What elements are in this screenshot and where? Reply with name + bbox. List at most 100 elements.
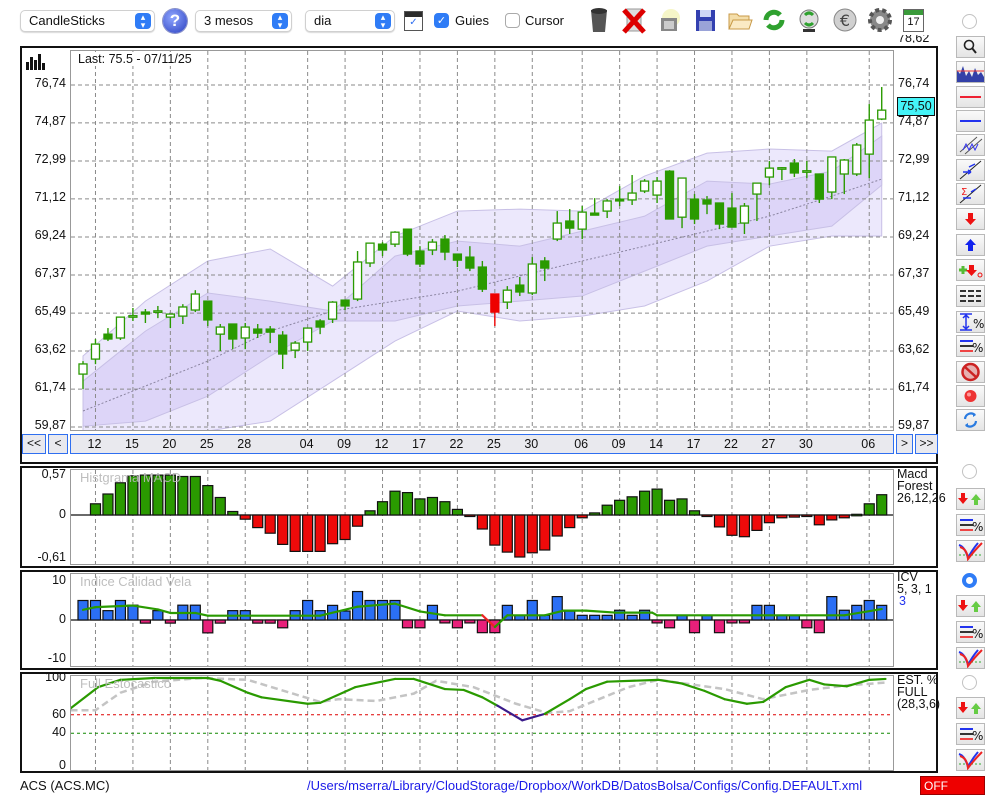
chart-type-select[interactable]: CandleSticks ▴ ▾ (20, 10, 155, 32)
zoom-button[interactable] (956, 36, 985, 58)
candlestick-chart[interactable] (71, 51, 894, 431)
refresh-icon[interactable] (760, 6, 788, 34)
record-button[interactable] (956, 385, 985, 407)
histogram-bar (863, 503, 875, 516)
macd-crossover-curve-button[interactable] (956, 540, 985, 562)
candle (552, 222, 562, 240)
signal-arrows-icon (958, 702, 981, 714)
nav-last-button[interactable]: >> (915, 434, 938, 454)
chevron-updown-icon: ▴ ▾ (375, 13, 391, 30)
sum-trendline-button[interactable]: Σ (956, 183, 985, 205)
open-folder-icon[interactable] (726, 6, 754, 34)
icv-panel-radio[interactable] (962, 573, 977, 588)
histogram-bar (676, 498, 688, 516)
candle (78, 363, 88, 375)
no-entry-icon (961, 362, 980, 382)
horizontal-line-blue-button[interactable] (956, 110, 985, 132)
main-panel-radio[interactable] (962, 14, 977, 29)
add-remove-signal-button[interactable] (956, 259, 985, 281)
price-plot-area[interactable] (70, 50, 894, 431)
date-axis-label: 14 (649, 437, 664, 451)
nav-next-button[interactable]: > (896, 434, 913, 454)
stochastic-panel-radio[interactable] (962, 675, 977, 690)
icv-percent-lines-button[interactable]: % (956, 621, 985, 643)
interval-select[interactable]: dia ▴ ▾ (305, 10, 395, 32)
calendar-icon[interactable]: 17 (903, 9, 924, 32)
histogram-bar (252, 514, 264, 529)
dashed-lines-icon (960, 290, 981, 302)
histogram-bar (327, 514, 339, 545)
camera-icon[interactable] (655, 6, 683, 34)
buy-signal-button[interactable] (956, 234, 985, 256)
candle (377, 243, 388, 251)
stochastic-legend: EST. % FULL (28,3,6) (897, 674, 940, 711)
stochastic-crossover-curve-button[interactable] (956, 749, 985, 771)
icv-crossover-curve-button[interactable] (956, 647, 985, 669)
histogram-bar (851, 513, 863, 517)
bar-chart-icon[interactable] (26, 54, 46, 70)
chart-type-value: CandleSticks (29, 13, 105, 28)
percent-range-button[interactable]: % (956, 311, 985, 333)
horizontal-line-red-button[interactable] (956, 86, 985, 108)
stochastic-plot-area[interactable] (70, 675, 894, 771)
stochastic-chart[interactable] (71, 676, 894, 771)
channel-button[interactable] (956, 134, 985, 156)
icv-plot-area[interactable] (70, 573, 894, 667)
price-axis-label-left: 69,24 (34, 228, 66, 243)
nav-prev-button[interactable]: < (48, 434, 68, 454)
histogram-bar (264, 514, 276, 534)
period-select[interactable]: 3 mesos ▴ ▾ (195, 10, 292, 32)
chart-window-icon[interactable]: ✓ (404, 11, 423, 31)
histogram-bar (127, 604, 139, 621)
histogram-bar (526, 599, 538, 621)
nav-first-button[interactable]: << (22, 434, 46, 454)
date-axis-label: 25 (199, 437, 214, 451)
macd-percent-lines-button[interactable]: % (956, 514, 985, 536)
sync-icon[interactable] (795, 6, 823, 34)
sell-signal-button[interactable] (956, 208, 985, 230)
help-icon[interactable]: ? (163, 9, 187, 33)
histogram-bar (576, 614, 588, 621)
euro-icon[interactable]: € (831, 6, 859, 34)
candle (90, 343, 101, 360)
stochastic-signal-arrows-button[interactable] (956, 697, 985, 719)
icv-signal-arrows-button[interactable] (956, 595, 985, 617)
cursor-checkbox[interactable] (505, 13, 520, 28)
dashed-lines-button[interactable] (956, 285, 985, 307)
histogram-bar (439, 501, 451, 516)
macd-signal-arrows-button[interactable] (956, 488, 985, 510)
macd-histogram-chart[interactable] (71, 470, 894, 565)
mini-chart-icon (957, 66, 984, 82)
trash-icon[interactable] (585, 6, 613, 34)
macd-plot-area[interactable] (70, 469, 894, 565)
histogram-bar (713, 514, 726, 528)
connection-status-badge[interactable]: OFF (920, 776, 985, 795)
arrow-down-red-icon (965, 213, 976, 225)
histogram-bar (688, 619, 701, 634)
price-axis-label-right: 76,74 (898, 76, 930, 90)
histogram-bar (813, 619, 825, 634)
delete-icon[interactable] (620, 6, 648, 34)
histogram-bar (776, 514, 788, 519)
icv-bar-chart[interactable] (71, 574, 894, 667)
date-axis-label: 17 (412, 437, 426, 451)
guides-checkbox[interactable]: ✓ (434, 13, 449, 28)
stochastic-percent-lines-button[interactable]: % (956, 723, 985, 745)
cancel-button[interactable] (956, 361, 985, 383)
histogram-bar (351, 514, 364, 527)
percent-lines-button[interactable]: % (956, 335, 985, 357)
save-icon[interactable] (691, 6, 719, 34)
trendline-icon (959, 160, 982, 180)
config-path-link[interactable]: /Users/mserra/Library/CloudStorage/Dropb… (307, 778, 862, 793)
histogram-bar (114, 482, 127, 516)
reload-button[interactable] (956, 409, 985, 431)
stochastic-k-segment (584, 680, 609, 691)
trendline-button[interactable] (956, 159, 985, 181)
macd-panel-radio[interactable] (962, 464, 977, 479)
price-axis-label-right: 72,99 (898, 152, 930, 167)
add-remove-icon (959, 265, 983, 278)
overview-button[interactable] (956, 61, 985, 83)
candle (664, 170, 675, 220)
signal-line-segment (94, 604, 135, 609)
gear-icon[interactable] (866, 6, 894, 34)
